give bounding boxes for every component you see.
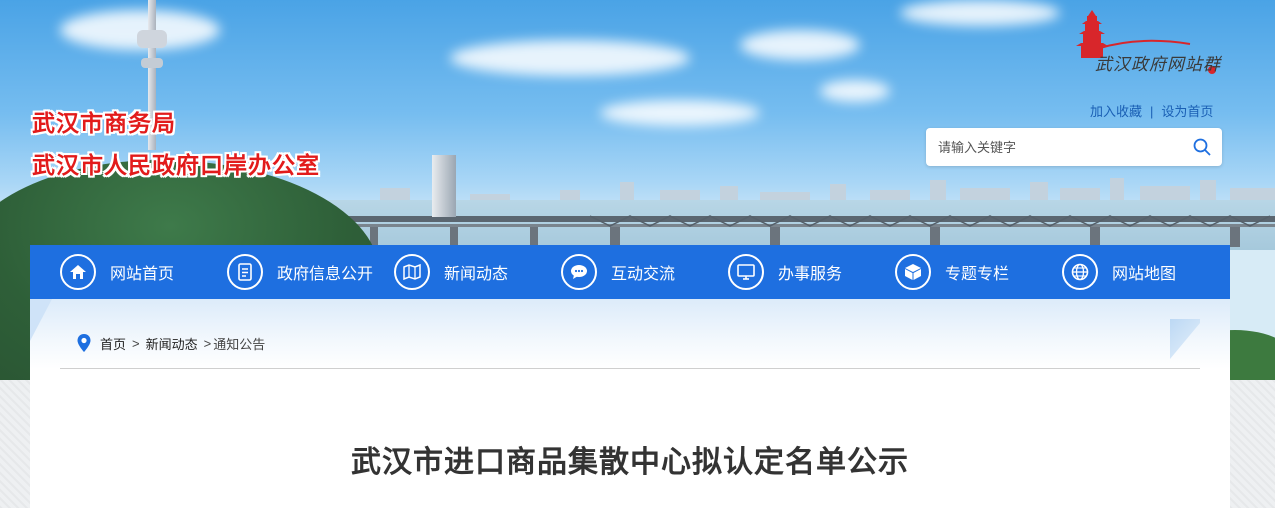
cloud-decoration [450, 40, 690, 76]
add-favorite-link[interactable]: 加入收藏 [1090, 104, 1142, 119]
document-icon [227, 254, 263, 290]
nav-item-sitemap[interactable]: 网站地图 [1032, 245, 1199, 299]
nav-item-label: 网站地图 [1112, 266, 1177, 283]
location-pin-icon [77, 334, 91, 352]
site-title-secondary: 武汉市人民政府口岸办公室 [32, 152, 320, 178]
cube-icon [895, 254, 931, 290]
highrise-building [432, 155, 456, 217]
cloud-decoration [600, 100, 760, 126]
globe-icon [1062, 254, 1098, 290]
site-title-primary: 武汉市商务局 [32, 110, 176, 136]
breadcrumb-divider [60, 368, 1200, 369]
nav-item-services[interactable]: 办事服务 [698, 245, 865, 299]
search-input[interactable] [938, 136, 1178, 158]
nav-item-label: 办事服务 [778, 266, 843, 283]
nav-item-label: 政府信息公开 [277, 266, 374, 283]
cloud-decoration [740, 30, 860, 60]
corner-decoration [30, 299, 52, 341]
breadcrumb: 首页 > 新闻动态 > 通知公告 [76, 333, 265, 353]
breadcrumb-current: 通知公告 [213, 336, 266, 352]
nav-item-home[interactable]: 网站首页 [30, 245, 197, 299]
set-homepage-link[interactable]: 设为首页 [1161, 104, 1213, 119]
page-side-pattern [0, 380, 30, 508]
search-box [926, 128, 1222, 166]
top-links: 加入收藏 | 设为首页 [1090, 101, 1213, 120]
cloud-decoration [900, 0, 1060, 26]
chat-icon [561, 254, 597, 290]
nav-item-label: 新闻动态 [444, 266, 509, 283]
page-side-pattern [1230, 380, 1275, 508]
breadcrumb-home-link[interactable]: 首页 [100, 334, 126, 353]
home-icon [60, 254, 96, 290]
tv-tower-pod [137, 30, 167, 48]
portal-logo-text: 武汉政府网站群 [1095, 55, 1221, 75]
nav-item-label: 互动交流 [611, 266, 676, 283]
nav-item-news[interactable]: 新闻动态 [364, 245, 531, 299]
main-nav: 网站首页 政府信息公开 新闻动态 互动交流 办事服务 专题专栏 网站地图 [30, 245, 1230, 299]
article-title: 武汉市进口商品集散中心拟认定名单公示 [351, 446, 909, 479]
link-separator: | [1150, 104, 1154, 119]
main-content: 首页 > 新闻动态 > 通知公告 武汉市进口商品集散中心拟认定名单公示 [30, 299, 1230, 508]
monitor-icon [728, 254, 764, 290]
nav-item-label: 网站首页 [110, 266, 175, 283]
breadcrumb-separator: > [132, 335, 140, 351]
nav-item-gov-info[interactable]: 政府信息公开 [197, 245, 373, 299]
cloud-decoration [820, 80, 890, 102]
search-icon[interactable] [1192, 137, 1212, 157]
map-book-icon [394, 254, 430, 290]
tv-tower-pod [141, 58, 163, 68]
nav-item-label: 专题专栏 [945, 266, 1010, 283]
breadcrumb-separator: > [203, 335, 212, 351]
breadcrumb-news-link[interactable]: 新闻动态 [146, 334, 198, 353]
nav-item-interaction[interactable]: 互动交流 [531, 245, 698, 299]
nav-item-topics[interactable]: 专题专栏 [865, 245, 1032, 299]
